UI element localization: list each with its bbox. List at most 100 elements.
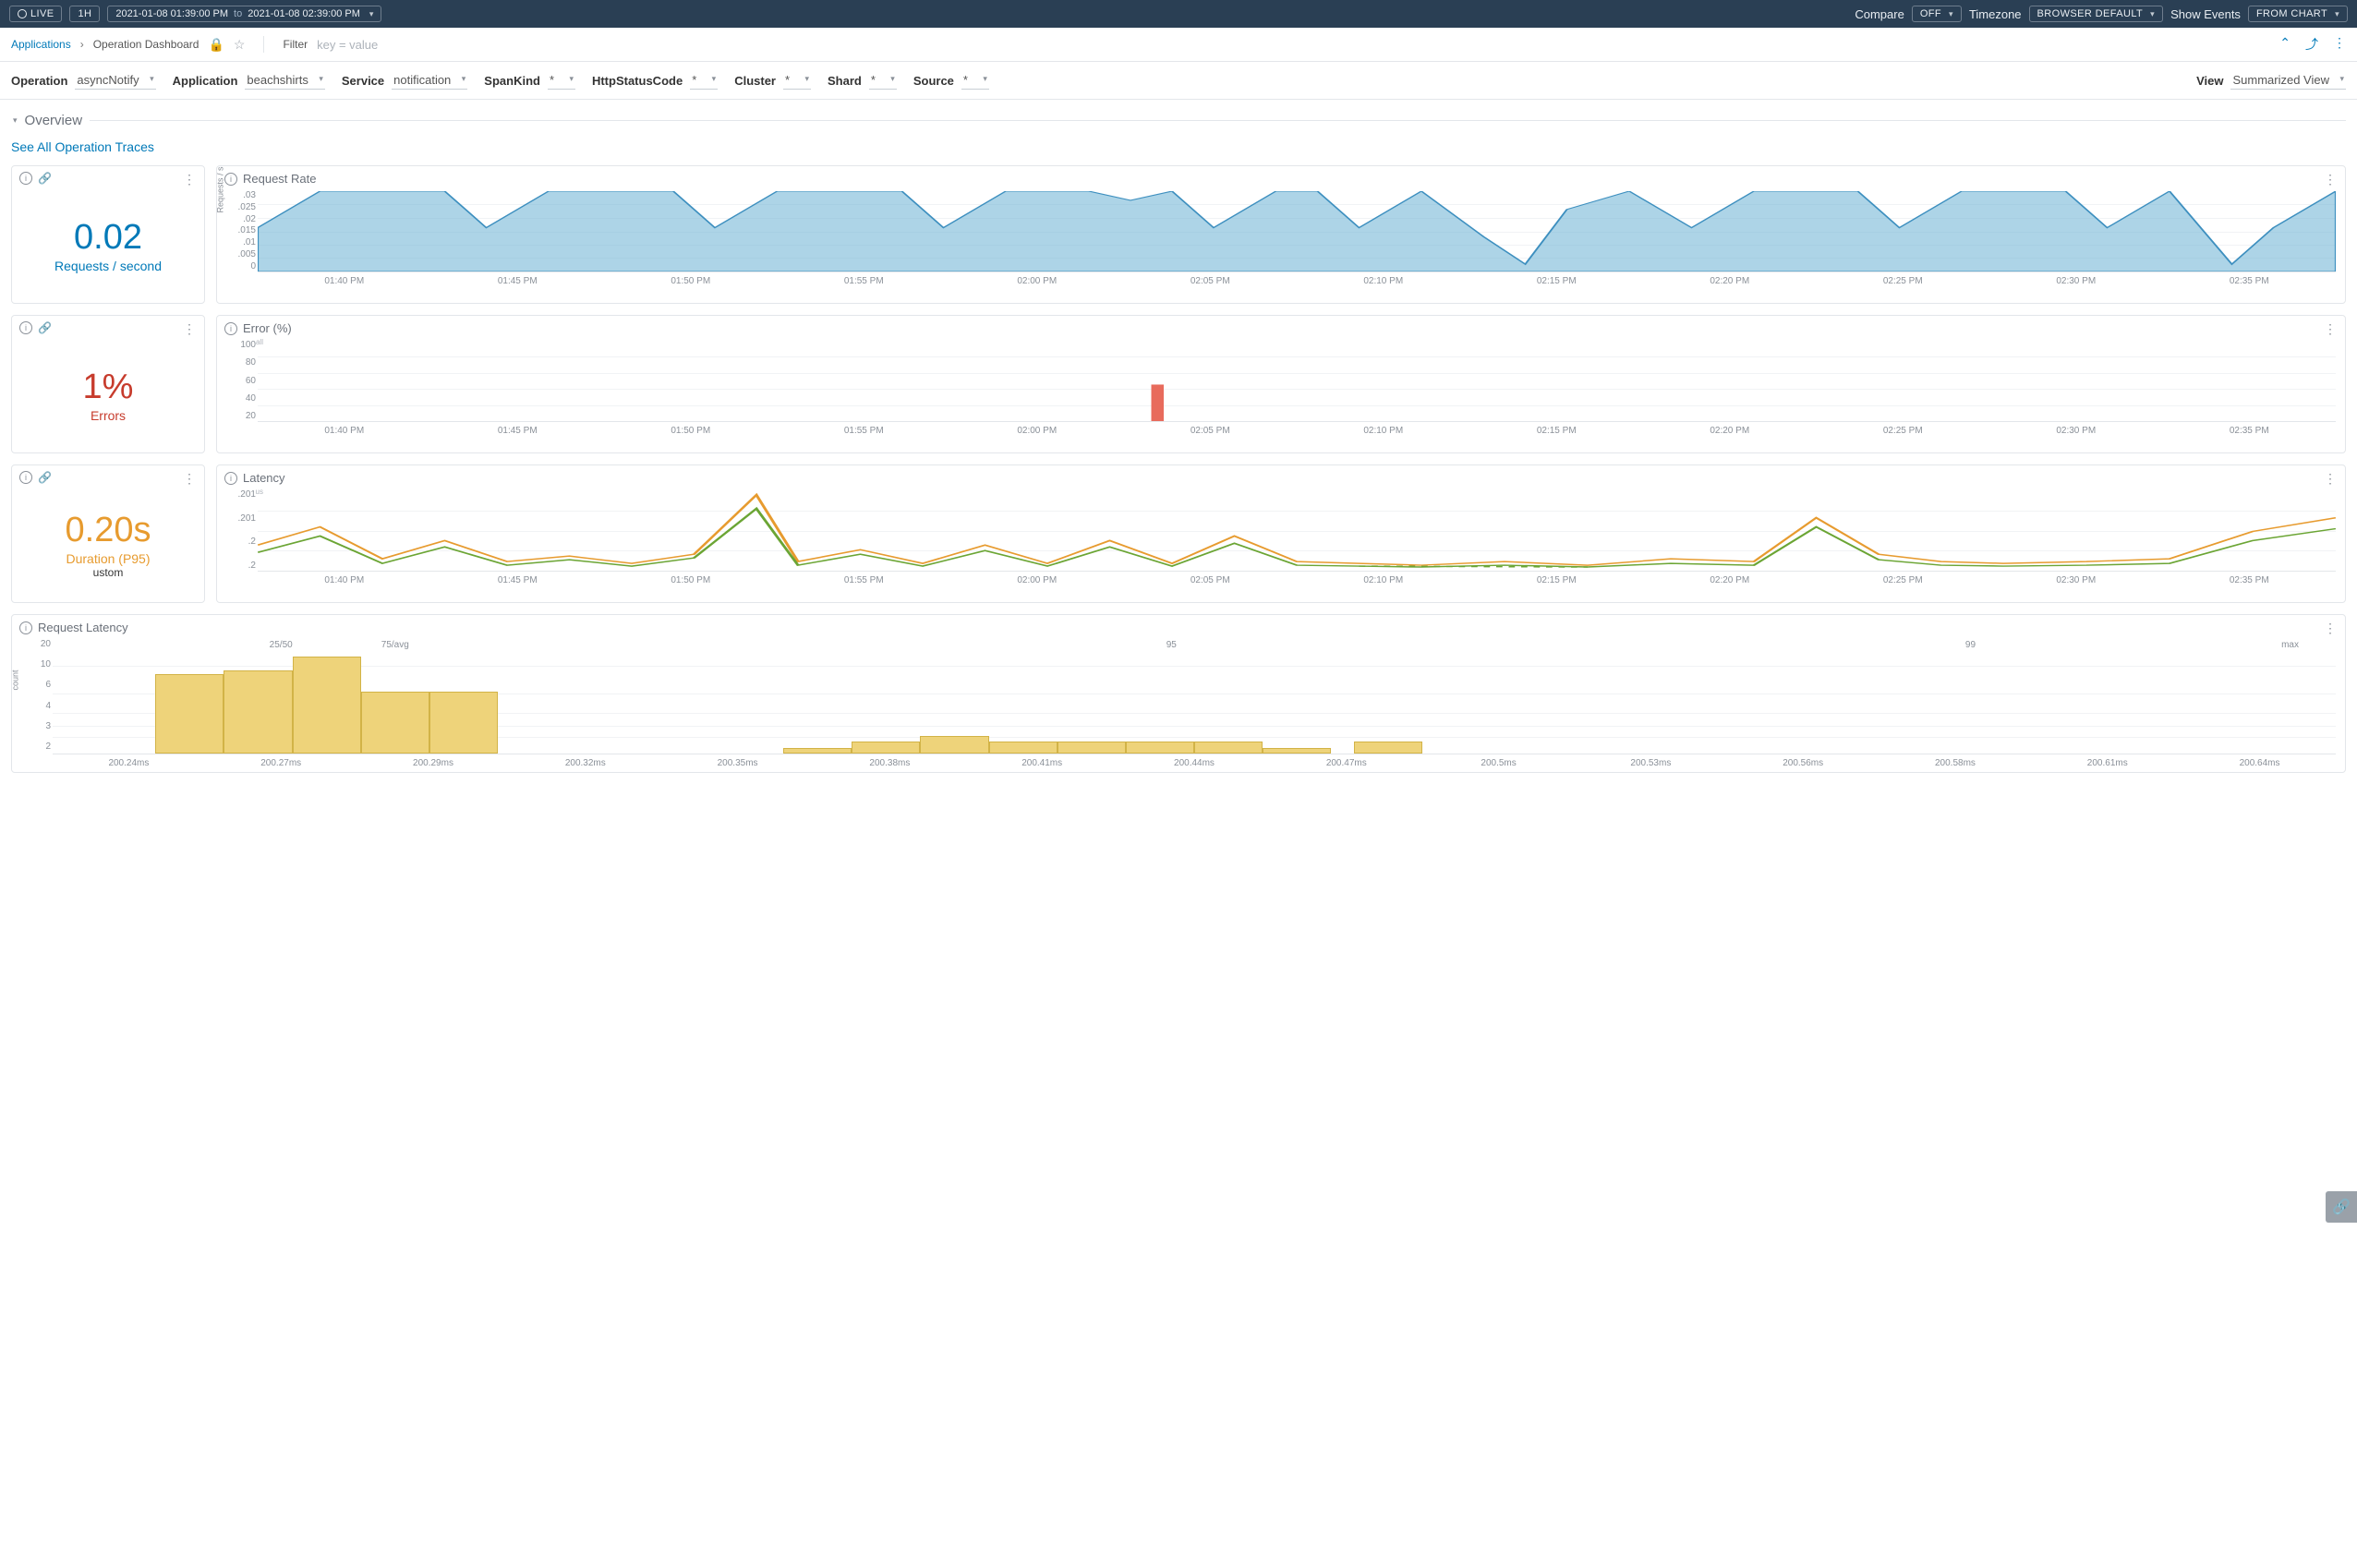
card-menu-icon[interactable]: ⋮ xyxy=(2324,471,2338,487)
card-menu-icon[interactable]: ⋮ xyxy=(2324,621,2338,636)
share-icon[interactable]: ⤴ xyxy=(2305,35,2318,54)
kebab-menu-icon[interactable]: ⋮ xyxy=(2333,35,2346,54)
info-icon[interactable]: i xyxy=(224,173,237,186)
breadcrumb-bar: Applications › Operation Dashboard 🔒 ☆ F… xyxy=(0,28,2357,62)
chip-value: notification xyxy=(393,73,451,87)
info-icon[interactable]: i xyxy=(19,621,32,634)
chip-cluster-select[interactable]: *▾ xyxy=(783,71,811,90)
chip-value: * xyxy=(692,73,696,87)
page-title: Operation Dashboard xyxy=(93,38,199,51)
link-icon[interactable]: 🔗 xyxy=(38,172,52,185)
chip-operation: OperationasyncNotify▾ xyxy=(11,71,156,90)
chip-cluster: Cluster*▾ xyxy=(734,71,811,90)
xaxis: 01:40 PM01:45 PM01:50 PM01:55 PM02:00 PM… xyxy=(258,422,2336,436)
see-all-traces-link[interactable]: See All Operation Traces xyxy=(11,139,154,154)
chevron-down-icon: ▾ xyxy=(319,74,323,84)
permalink-button[interactable]: 🔗 xyxy=(2326,1191,2357,1223)
chip-key: SpanKind xyxy=(484,74,540,88)
chart-plot[interactable] xyxy=(258,191,2336,272)
chip-view-select[interactable]: Summarized View ▾ xyxy=(2230,71,2346,90)
breadcrumb-separator: › xyxy=(80,38,84,51)
chip-service-select[interactable]: notification▾ xyxy=(392,71,467,90)
time-from: 2021-01-08 01:39:00 PM xyxy=(115,8,228,19)
chip-spankind: SpanKind *▾ xyxy=(484,71,575,90)
chip-value: * xyxy=(871,73,876,87)
filter-chips: OperationasyncNotify▾ Applicationbeachsh… xyxy=(0,62,2357,100)
timezone-value: BROWSER DEFAULT xyxy=(2037,8,2144,19)
stat-errors-label: Errors xyxy=(91,408,126,423)
events-value: FROM CHART xyxy=(2256,8,2327,19)
chart-card-request-latency: iRequest Latency ⋮ 25/50 75/avg 95 99 ma… xyxy=(11,614,2346,773)
chart-title: Request Latency xyxy=(38,621,128,634)
chip-source-select[interactable]: *▾ xyxy=(961,71,989,90)
chevron-down-icon: ▾ xyxy=(1949,9,1953,19)
link-icon[interactable]: 🔗 xyxy=(38,471,52,484)
filter-input[interactable] xyxy=(317,38,594,52)
range-short-button[interactable]: 1H xyxy=(69,6,100,22)
chip-value: * xyxy=(785,73,790,87)
chip-shard-select[interactable]: *▾ xyxy=(869,71,897,90)
chevron-down-icon: ▾ xyxy=(150,74,154,84)
chevron-down-icon: ▾ xyxy=(890,74,895,84)
chip-key: Service xyxy=(342,74,384,88)
chart-plot[interactable] xyxy=(53,644,2336,754)
info-icon[interactable]: i xyxy=(19,321,32,334)
yaxis: all 10080604020 xyxy=(223,341,256,421)
chip-httpstatus: HttpStatusCode*▾ xyxy=(592,71,718,90)
stat-errors-value: 1% xyxy=(83,369,134,404)
section-overview-header[interactable]: ▾ Overview xyxy=(0,100,2357,134)
stat-latency-value: 0.20s xyxy=(66,513,151,548)
chip-httpstatus-select[interactable]: *▾ xyxy=(690,71,718,90)
chart-card-request-rate: iRequest Rate ⋮ Requests / s .03.025.02.… xyxy=(216,165,2346,304)
filter-label: Filter xyxy=(283,38,308,51)
topbar: LIVE 1H 2021-01-08 01:39:00 PM to 2021-0… xyxy=(0,0,2357,28)
star-icon[interactable]: ☆ xyxy=(234,37,246,53)
info-icon[interactable]: i xyxy=(224,322,237,335)
stat-card-errors: i 🔗 ⋮ 1% Errors xyxy=(11,315,205,453)
chip-value: asyncNotify xyxy=(77,73,139,87)
collapse-icon[interactable]: ⌃ xyxy=(2279,35,2291,54)
card-menu-icon[interactable]: ⋮ xyxy=(2324,172,2338,187)
chevron-down-icon: ▾ xyxy=(712,74,717,84)
time-to-word: to xyxy=(234,8,242,19)
histogram-bars xyxy=(53,657,2336,754)
link-icon[interactable]: 🔗 xyxy=(38,321,52,334)
card-menu-icon[interactable]: ⋮ xyxy=(183,172,197,187)
chip-key: Shard xyxy=(828,74,862,88)
xaxis: 01:40 PM01:45 PM01:50 PM01:55 PM02:00 PM… xyxy=(258,572,2336,585)
chip-key: Source xyxy=(913,74,954,88)
link-icon: 🔗 xyxy=(2332,1198,2351,1216)
chart-plot[interactable] xyxy=(258,341,2336,422)
timerange-picker[interactable]: 2021-01-08 01:39:00 PM to 2021-01-08 02:… xyxy=(107,6,381,22)
chip-spankind-select[interactable]: *▾ xyxy=(548,71,575,90)
line-chart xyxy=(258,490,2336,571)
xaxis: 200.24ms200.27ms200.29ms200.32ms200.35ms… xyxy=(53,754,2336,768)
compare-select[interactable]: OFF▾ xyxy=(1912,6,1962,22)
info-icon[interactable]: i xyxy=(19,172,32,185)
compare-label: Compare xyxy=(1855,7,1904,21)
info-icon[interactable]: i xyxy=(224,472,237,485)
card-menu-icon[interactable]: ⋮ xyxy=(2324,321,2338,337)
card-menu-icon[interactable]: ⋮ xyxy=(183,321,197,337)
chevron-down-icon: ▾ xyxy=(2339,74,2344,84)
breadcrumb-applications-link[interactable]: Applications xyxy=(11,38,71,51)
chevron-down-icon: ▾ xyxy=(2335,9,2339,19)
chevron-down-icon: ▾ xyxy=(369,9,374,19)
info-icon[interactable]: i xyxy=(19,471,32,484)
timezone-select[interactable]: BROWSER DEFAULT▾ xyxy=(2029,6,2164,22)
chip-application-select[interactable]: beachshirts ▾ xyxy=(245,71,324,90)
chart-card-latency: iLatency ⋮ us .201.201.2.2 01:40 PM01:45… xyxy=(216,464,2346,603)
chip-operation-select[interactable]: asyncNotify ▾ xyxy=(75,71,155,90)
bar-chart xyxy=(258,341,2336,421)
card-menu-icon[interactable]: ⋮ xyxy=(183,471,197,487)
live-toggle[interactable]: LIVE xyxy=(9,6,62,22)
timezone-label: Timezone xyxy=(1969,7,2022,21)
chip-key: View xyxy=(2196,74,2223,88)
chip-source: Source *▾ xyxy=(913,71,989,90)
chip-value: Summarized View xyxy=(2232,73,2329,87)
chip-application: Applicationbeachshirts▾ xyxy=(173,71,325,90)
events-select[interactable]: FROM CHART ▾ xyxy=(2248,6,2348,22)
chart-title: Error (%) xyxy=(243,321,292,335)
chip-value: beachshirts xyxy=(247,73,308,87)
chart-plot[interactable] xyxy=(258,490,2336,572)
